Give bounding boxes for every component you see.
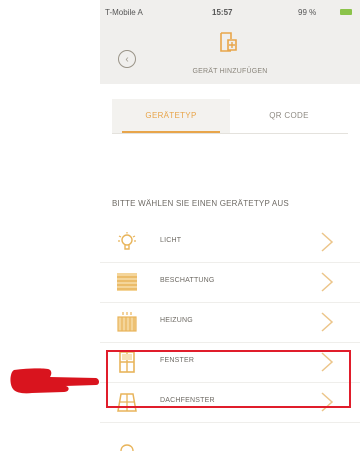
partial-device-icon — [120, 444, 134, 452]
tab-device-type[interactable]: GERÄTETYP — [112, 99, 230, 133]
tab-label: QR CODE — [269, 111, 309, 120]
chevron-right-icon — [321, 312, 334, 332]
page-title: GERÄT HINZUFÜGEN — [192, 68, 268, 75]
back-arrow-icon[interactable]: ‹ — [118, 50, 136, 68]
battery-icon — [340, 9, 352, 15]
list-item-label: BESCHATTUNG — [160, 277, 215, 284]
battery-level: 99 % — [298, 8, 317, 17]
chevron-right-icon — [321, 272, 334, 292]
heating-radiator-icon — [117, 312, 137, 332]
list-item-shading[interactable]: BESCHATTUNG — [100, 262, 360, 303]
shading-blind-icon — [117, 273, 137, 291]
list-item-light[interactable]: LICHT — [100, 222, 360, 263]
main-content: GERÄTETYP QR CODE BITTE WÄHLEN SIE EINEN… — [100, 84, 360, 472]
list-item-label: HEIZUNG — [160, 317, 193, 324]
active-tab-indicator — [122, 131, 220, 133]
status-bar: T-Mobile A 15:57 99 % — [100, 0, 360, 22]
chevron-right-icon — [321, 232, 334, 252]
pointing-hand-icon — [10, 368, 100, 394]
tab-bar: GERÄTETYP QR CODE — [112, 99, 348, 134]
screenshot-canvas: T-Mobile A 15:57 99 % ‹ GERÄT HINZUFÜGEN… — [0, 0, 360, 472]
tab-qr-code[interactable]: QR CODE — [230, 99, 348, 133]
highlight-box — [106, 350, 351, 408]
add-device-icon — [220, 32, 237, 52]
instruction-text: BITTE WÄHLEN SIE EINEN GERÄTETYP AUS — [112, 199, 289, 208]
clock: 15:57 — [212, 8, 233, 17]
carrier-label: T-Mobile A — [105, 8, 143, 17]
list-item-label: LICHT — [160, 237, 182, 244]
app-header: ‹ GERÄT HINZUFÜGEN — [100, 22, 360, 84]
light-bulb-icon — [118, 232, 136, 250]
tab-label: GERÄTETYP — [145, 111, 197, 120]
list-item-partial[interactable] — [100, 422, 360, 462]
list-item-heating[interactable]: HEIZUNG — [100, 302, 360, 343]
